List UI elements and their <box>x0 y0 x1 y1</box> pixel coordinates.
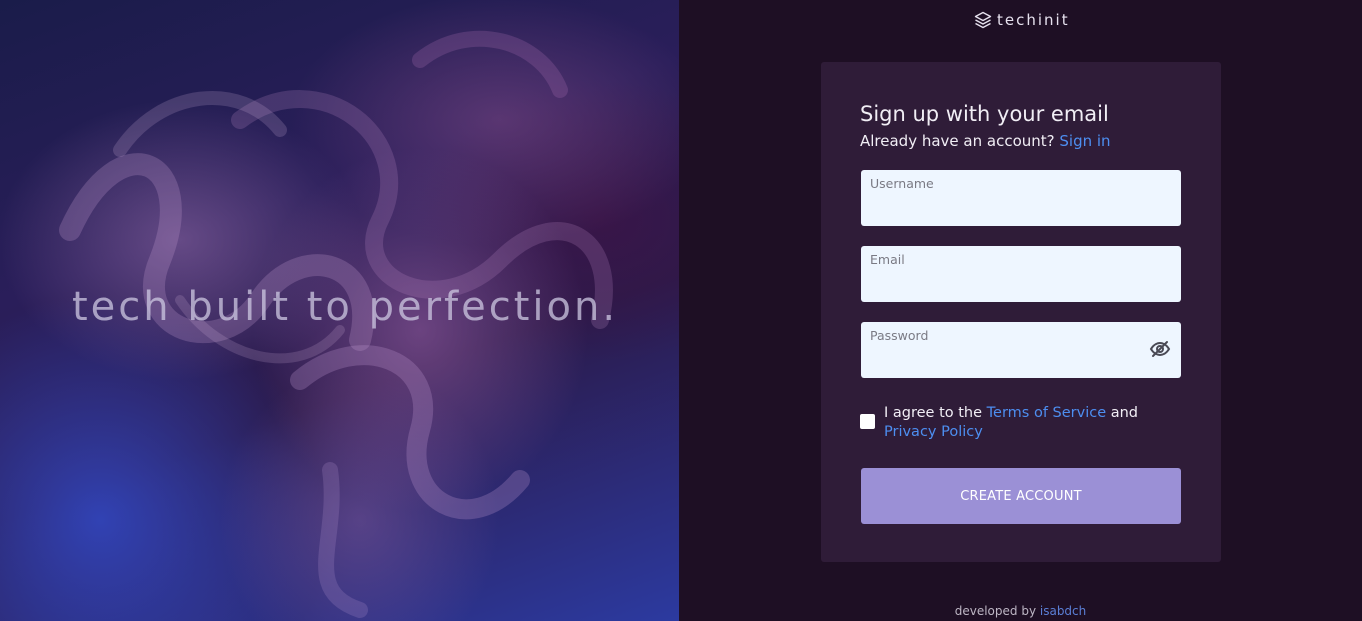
password-label: Password <box>870 328 929 343</box>
signup-title: Sign up with your email <box>860 102 1109 126</box>
author-link[interactable]: isabdch <box>1040 604 1086 618</box>
email-field[interactable]: Email <box>861 246 1181 302</box>
email-input[interactable] <box>870 272 1140 296</box>
password-field[interactable]: Password <box>861 322 1181 378</box>
terms-conjunction: and <box>1110 405 1139 421</box>
brand-logo[interactable]: techinit <box>974 11 1070 29</box>
username-field[interactable]: Username <box>861 170 1181 226</box>
brand-name: techinit <box>997 11 1070 29</box>
create-account-button[interactable]: CREATE ACCOUNT <box>861 468 1181 524</box>
password-input[interactable] <box>870 348 1140 372</box>
signup-card: Sign up with your email Already have an … <box>821 62 1221 562</box>
privacy-policy-link[interactable]: Privacy Policy <box>884 424 983 440</box>
terms-of-service-link[interactable]: Terms of Service <box>987 405 1106 421</box>
terms-prefix: I agree to the <box>884 405 983 421</box>
footer-credit: developed by isabdch <box>679 604 1362 618</box>
signin-link[interactable]: Sign in <box>1059 132 1110 150</box>
hero-tagline: tech built to perfection. <box>72 284 619 330</box>
account-prompt-text: Already have an account? <box>860 132 1055 150</box>
footer-prefix: developed by <box>954 604 1037 618</box>
layers-icon <box>974 11 992 29</box>
terms-text: I agree to the Terms of Service and Priv… <box>884 404 1189 442</box>
hero-panel: tech built to perfection. <box>0 0 679 621</box>
username-input[interactable] <box>870 196 1140 220</box>
eye-off-icon[interactable] <box>1149 339 1171 359</box>
signin-prompt: Already have an account? Sign in <box>860 132 1111 150</box>
username-label: Username <box>870 176 934 191</box>
terms-checkbox[interactable] <box>860 414 875 429</box>
signup-panel: techinit Sign up with your email Already… <box>679 0 1362 621</box>
email-label: Email <box>870 252 905 267</box>
